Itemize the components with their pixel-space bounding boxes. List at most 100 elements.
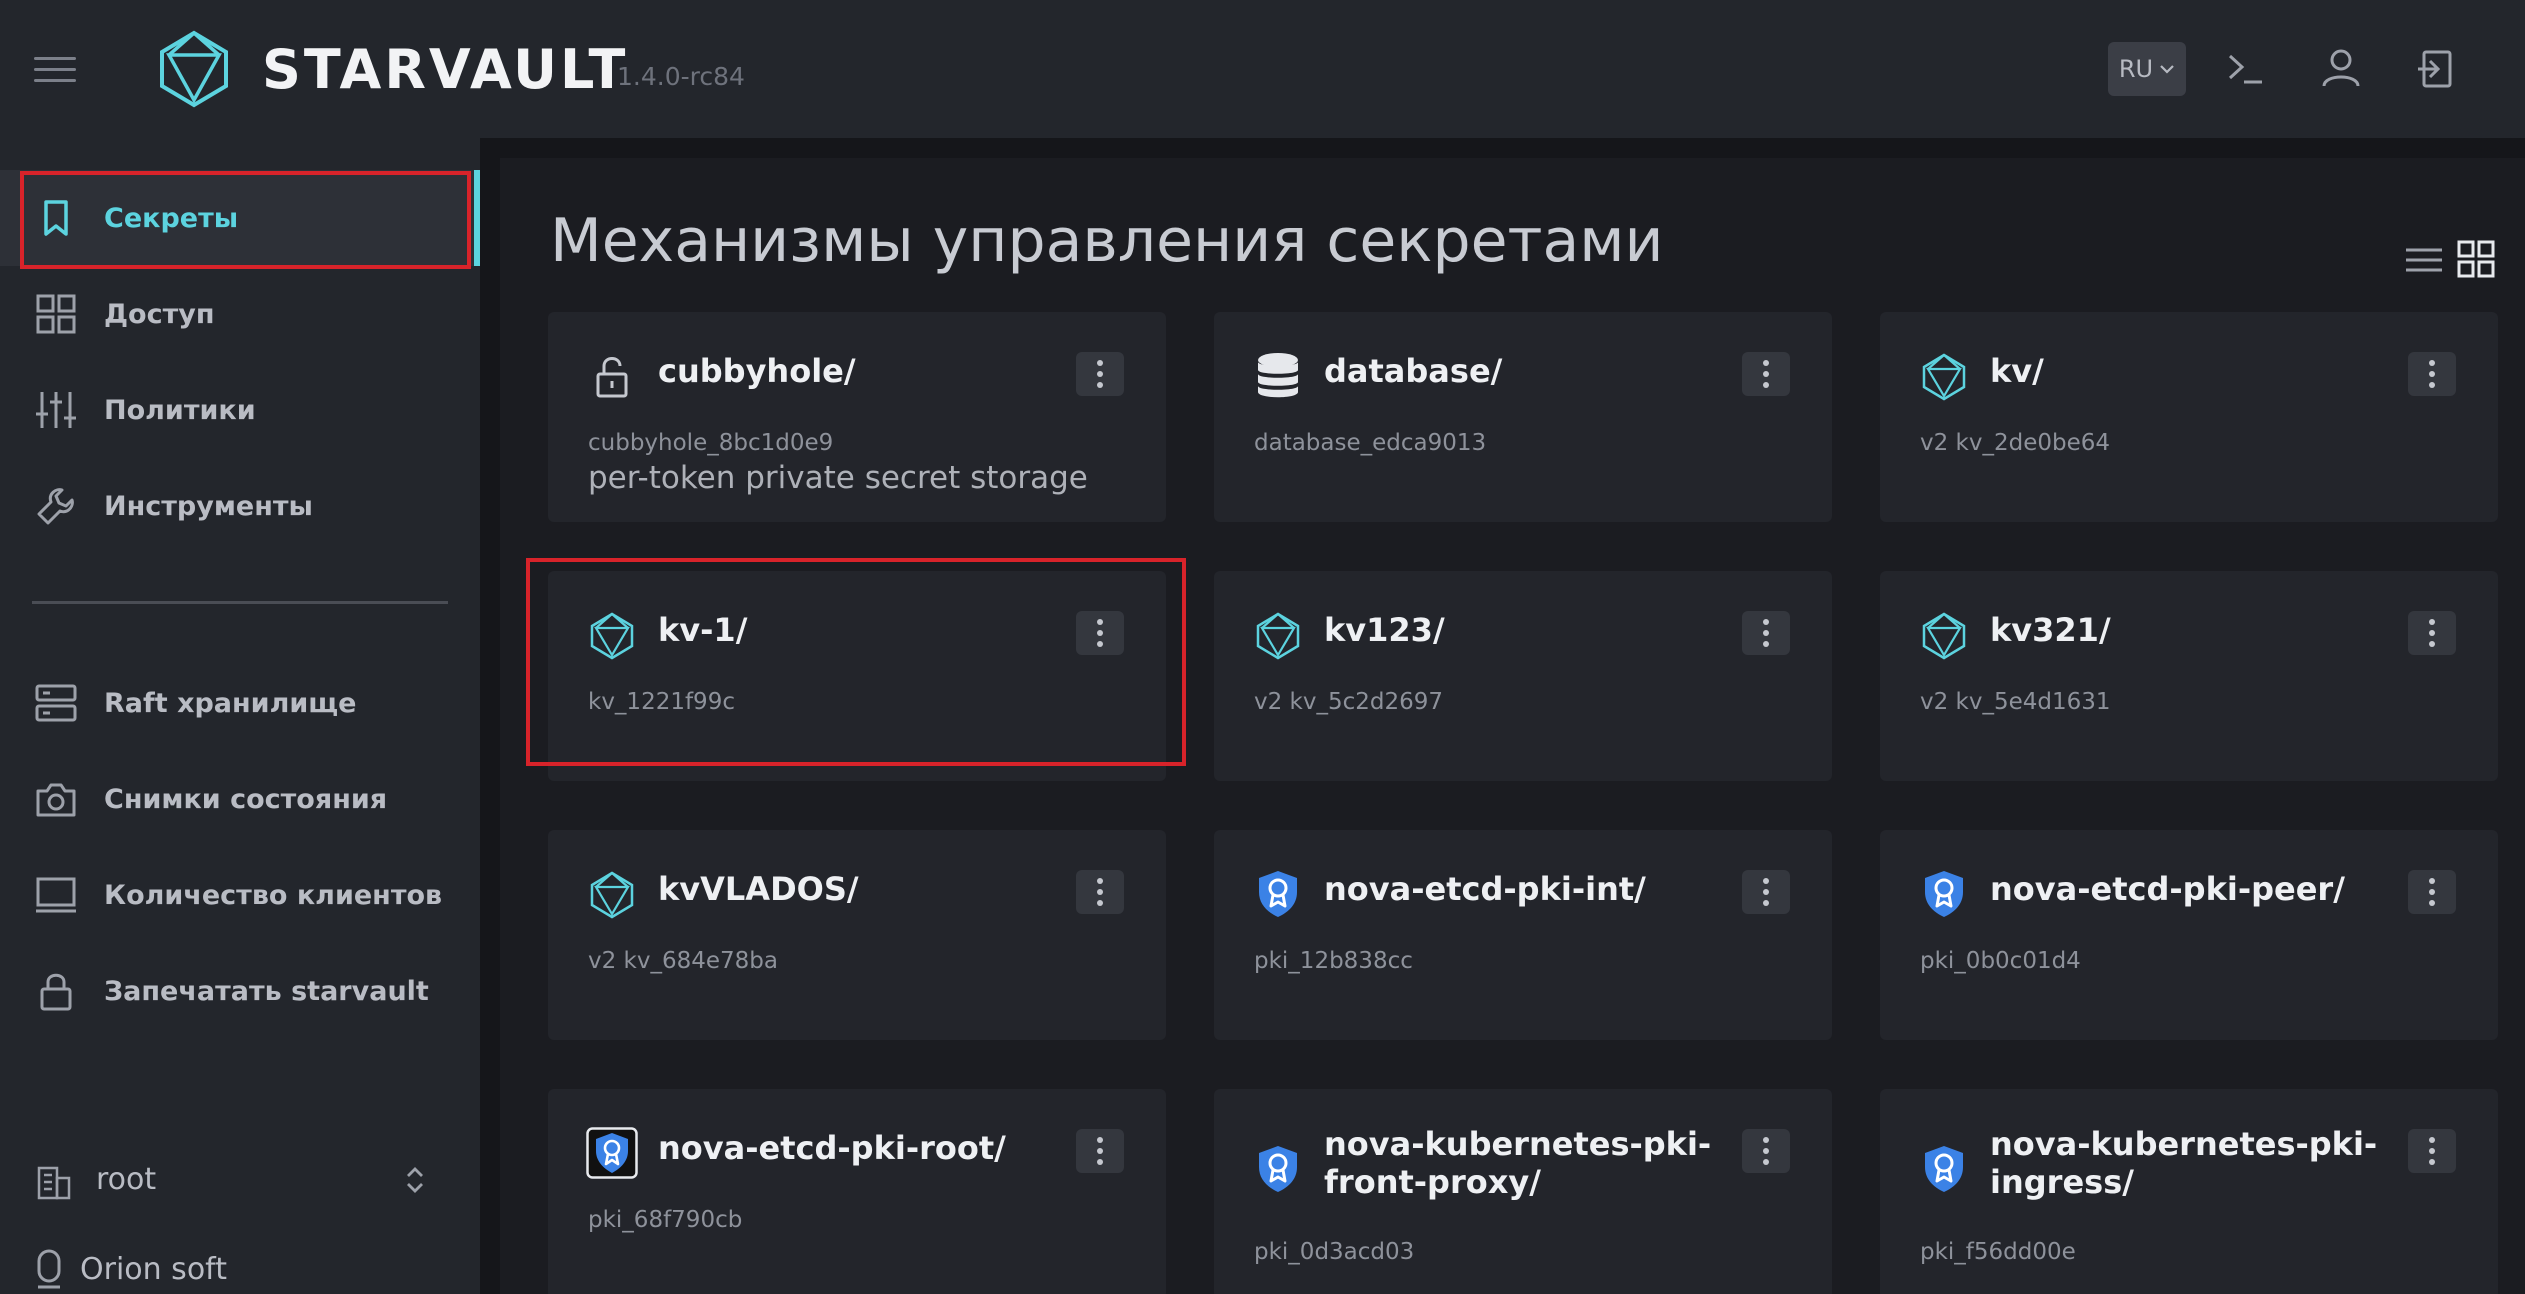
terminal-icon[interactable]: [2222, 44, 2272, 94]
sidebar-item-client-count[interactable]: Количество клиентов: [0, 847, 474, 943]
kv-icon: [590, 612, 634, 660]
kv-icon: [1922, 353, 1966, 401]
card-accessor: pki_12b838cc: [1254, 948, 1413, 974]
building-icon: [37, 1166, 71, 1200]
card-accessor: pki_68f790cb: [588, 1207, 743, 1233]
lock-icon: [40, 973, 72, 1011]
namespace-selector[interactable]: root: [0, 1140, 474, 1220]
card-menu-button[interactable]: [1076, 611, 1124, 655]
card-menu-button[interactable]: [1742, 1129, 1790, 1173]
secret-engine-card-kv321[interactable]: kv321/ v2 kv_5e4d1631: [1880, 571, 2498, 781]
card-name: nova-kubernetes-pki-ingress/: [1990, 1125, 2378, 1201]
page-title: Механизмы управления секретами: [550, 206, 1664, 276]
secret-engine-card-database[interactable]: database/ database_edca9013: [1214, 312, 1832, 522]
secret-engine-card-kv[interactable]: kv/ v2 kv_2de0be64: [1880, 312, 2498, 522]
brand-name: STARVAULT: [262, 38, 629, 101]
database-icon: [1258, 353, 1298, 398]
kv-icon: [1922, 612, 1966, 660]
card-name: kv/: [1990, 352, 2044, 390]
secret-engine-card-nova-etcd-pki-root[interactable]: nova-etcd-pki-root/ pki_68f790cb: [548, 1089, 1166, 1294]
chevron-down-icon: [2160, 65, 2174, 74]
wrench-icon: [37, 488, 74, 525]
card-menu-button[interactable]: [1076, 1129, 1124, 1173]
card-menu-button[interactable]: [1742, 611, 1790, 655]
secret-engine-card-nova-kubernetes-pki-ingress[interactable]: nova-kubernetes-pki-ingress/ pki_f56dd00…: [1880, 1089, 2498, 1294]
card-name: nova-etcd-pki-peer/: [1990, 870, 2345, 908]
sidebar-item-label: Raft хранилище: [104, 687, 357, 719]
card-name: nova-etcd-pki-int/: [1324, 870, 1646, 908]
sidebar-item-seal[interactable]: Запечатать starvault: [0, 943, 474, 1039]
active-indicator: [474, 170, 480, 266]
sidebar-item-label: Снимки состояния: [104, 783, 388, 815]
sidebar-item-label: Доступ: [104, 298, 215, 330]
secret-engine-card-kv123[interactable]: kv123/ v2 kv_5c2d2697: [1214, 571, 1832, 781]
card-name: kv-1/: [658, 611, 748, 649]
server-icon: [35, 684, 77, 722]
secret-engine-card-nova-etcd-pki-peer[interactable]: nova-etcd-pki-peer/ pki_0b0c01d4: [1880, 830, 2498, 1040]
card-menu-button[interactable]: [2408, 1129, 2456, 1173]
card-accessor: v2 kv_2de0be64: [1920, 430, 2111, 456]
sidebar-item-policies[interactable]: Политики: [0, 362, 474, 458]
secret-engine-card-kv-1[interactable]: kv-1/ kv_1221f99c: [548, 571, 1166, 781]
pki-certificate-icon: [1259, 871, 1297, 917]
menu-icon[interactable]: [34, 57, 76, 83]
grid-icon: [36, 294, 76, 334]
card-menu-button[interactable]: [2408, 352, 2456, 396]
grid-view-icon[interactable]: [2457, 240, 2495, 278]
card-name: nova-kubernetes-pki-front-proxy/: [1324, 1125, 1712, 1201]
secret-engine-card-cubbyhole[interactable]: cubbyhole/ cubbyhole_8bc1d0e9 per-token …: [548, 312, 1166, 522]
card-menu-button[interactable]: [1742, 870, 1790, 914]
version-label: 1.4.0-rc84: [617, 62, 745, 91]
user-icon[interactable]: [2316, 44, 2366, 94]
secret-engine-card-nova-etcd-pki-int[interactable]: nova-etcd-pki-int/ pki_12b838cc: [1214, 830, 1832, 1040]
language-label: RU: [2118, 55, 2154, 83]
card-menu-button[interactable]: [1742, 352, 1790, 396]
card-name: kv321/: [1990, 611, 2111, 649]
card-name: nova-etcd-pki-root/: [658, 1129, 1006, 1167]
chevron-up-down-icon: [407, 1167, 423, 1193]
unlock-icon: [596, 357, 628, 398]
card-menu-button[interactable]: [2408, 870, 2456, 914]
kv-icon: [590, 871, 634, 919]
top-header: STARVAULT 1.4.0-rc84 RU: [0, 0, 2525, 138]
sidebar-item-label: Запечатать starvault: [104, 975, 429, 1007]
card-accessor: pki_f56dd00e: [1920, 1239, 2076, 1265]
pki-certificate-icon: [1925, 871, 1963, 917]
main-content: Механизмы управления секретами cubbyhole…: [500, 158, 2525, 1294]
organization-row: Orion soft: [34, 1244, 227, 1294]
card-accessor: v2 kv_5c2d2697: [1254, 689, 1444, 715]
starvault-logo-icon: [160, 30, 228, 108]
sidebar-item-label: Инструменты: [104, 490, 313, 522]
card-accessor: pki_0d3acd03: [1254, 1239, 1415, 1265]
orion-logo-icon: [37, 1249, 61, 1289]
card-menu-button[interactable]: [1076, 870, 1124, 914]
sidebar-item-raft-storage[interactable]: Raft хранилище: [0, 655, 474, 751]
kv-icon: [1256, 612, 1300, 660]
card-accessor: kv_1221f99c: [588, 689, 735, 715]
pki-certificate-icon: [586, 1127, 638, 1179]
card-name: kv123/: [1324, 611, 1445, 649]
bookmark-icon: [44, 200, 68, 236]
organization-label: Orion soft: [80, 1251, 227, 1287]
card-accessor: cubbyhole_8bc1d0e9: [588, 430, 834, 456]
card-accessor: database_edca9013: [1254, 430, 1487, 456]
sidebar-item-secrets[interactable]: Секреты: [0, 170, 474, 266]
secret-engine-card-kvvlados[interactable]: kvVLADOS/ v2 kv_684e78ba: [548, 830, 1166, 1040]
logout-icon[interactable]: [2412, 44, 2462, 94]
card-accessor: pki_0b0c01d4: [1920, 948, 2081, 974]
sidebar-item-snapshots[interactable]: Снимки состояния: [0, 751, 474, 847]
sliders-icon: [36, 392, 76, 428]
sidebar-item-access[interactable]: Доступ: [0, 266, 474, 362]
card-accessor: v2 kv_684e78ba: [588, 948, 778, 974]
sidebar-divider: [32, 601, 448, 604]
card-menu-button[interactable]: [2408, 611, 2456, 655]
sidebar-item-tools[interactable]: Инструменты: [0, 458, 474, 554]
language-selector[interactable]: RU: [2108, 42, 2186, 96]
card-name: kvVLADOS/: [658, 870, 859, 908]
pki-certificate-icon: [1259, 1146, 1297, 1192]
sidebar-item-label: Секреты: [104, 202, 239, 234]
list-view-icon[interactable]: [2404, 244, 2444, 276]
card-accessor: v2 kv_5e4d1631: [1920, 689, 2111, 715]
card-menu-button[interactable]: [1076, 352, 1124, 396]
secret-engine-card-nova-kubernetes-pki-front-proxy[interactable]: nova-kubernetes-pki-front-proxy/ pki_0d3…: [1214, 1089, 1832, 1294]
